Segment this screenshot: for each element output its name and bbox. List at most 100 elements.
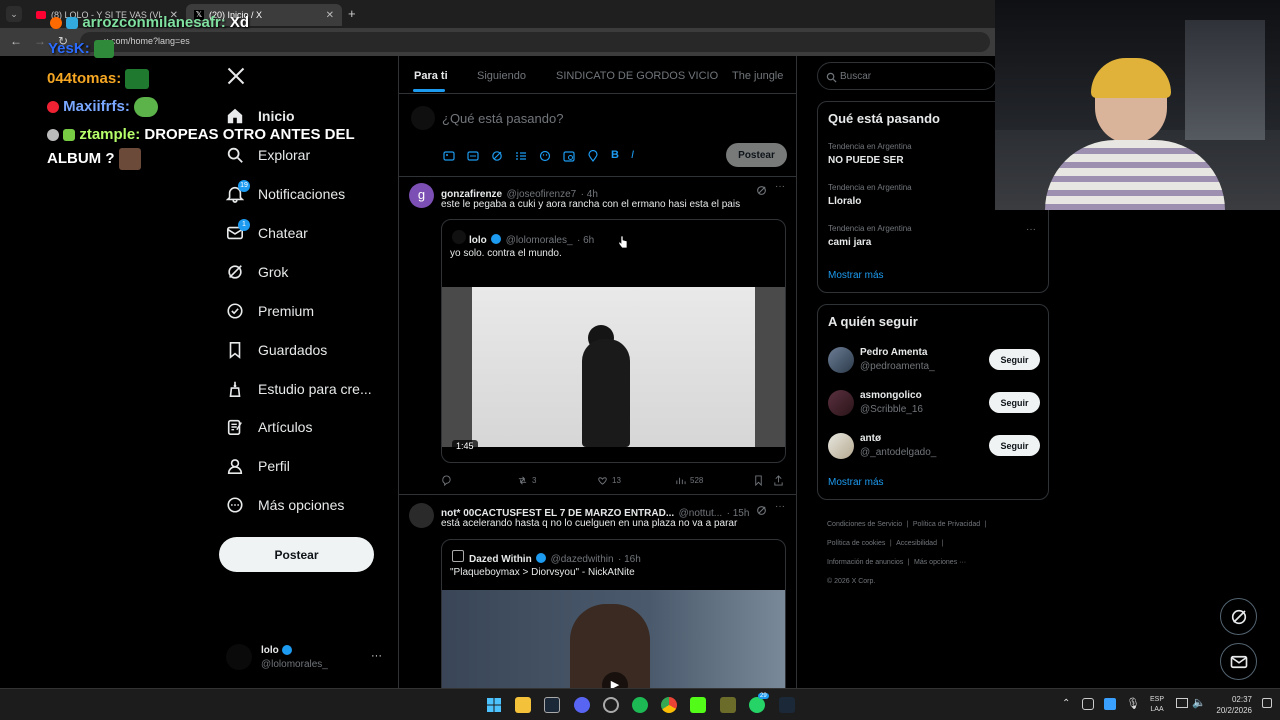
avatar[interactable]: g [409,183,434,208]
back-icon[interactable]: ← [10,34,22,48]
share-icon[interactable] [773,475,784,486]
follow-button[interactable]: Seguir [989,435,1040,456]
nav-item-more-options[interactable]: Más opciones [226,490,344,520]
follow-button[interactable]: Seguir [989,349,1040,370]
forward-icon[interactable]: → [34,34,46,48]
tray-defender-icon[interactable] [1104,698,1116,710]
account-switcher[interactable]: lolo @lolomorales_ ··· [226,644,386,674]
schedule-icon[interactable] [563,149,575,167]
bold-icon[interactable]: B [611,149,619,167]
tweet[interactable]: not* 00CACTUSFEST EL 7 DE MARZO ENTRAD..… [399,495,796,688]
nav-item-search[interactable]: Explorar [226,140,310,170]
tweet-more-icon[interactable]: ··· [775,181,785,192]
repost-button[interactable]: 3 [517,475,536,486]
whatsapp-icon[interactable] [749,697,765,713]
trend-item[interactable]: Tendencia en Argentina Lloralo [828,183,912,207]
obs-icon[interactable] [603,697,619,713]
network-icon[interactable] [1176,698,1188,708]
emote-icon [118,148,141,170]
post-button[interactable]: Postear [219,537,374,572]
language-indicator[interactable]: ESP LAA [1150,695,1164,715]
nav-item-grok[interactable]: Grok [226,257,288,287]
close-tab-icon[interactable]: ✕ [326,10,334,21]
mic-icon[interactable]: 🎙 [1126,697,1140,710]
search-input[interactable]: Buscar [840,71,871,82]
view-count: 528 [690,476,704,485]
gif-icon[interactable] [467,149,479,167]
notifications-icon[interactable] [1262,698,1272,708]
tab-sindicato[interactable]: SINDICATO DE GORDOS VICIO [556,70,718,82]
follow-button[interactable]: Seguir [989,392,1040,413]
steam-icon[interactable] [544,697,560,713]
footer-link[interactable]: Condiciones de Servicio [827,521,902,528]
follow-suggestion[interactable]: asmongolico @Scribble_16 Seguir [818,384,1050,422]
steam-tray-icon[interactable] [779,697,795,713]
volume-icon[interactable]: 🔈 [1192,696,1206,709]
compose-post-button[interactable]: Postear [726,143,787,167]
kick-icon[interactable] [690,697,706,713]
location-icon[interactable] [587,149,599,167]
bookmark-icon[interactable] [753,475,764,486]
trend-item[interactable]: Tendencia en Argentina cami jara [828,224,912,248]
show-more-trends-link[interactable]: Mostrar más [828,270,884,281]
grok-icon[interactable] [756,503,767,521]
spotify-icon[interactable] [632,697,648,713]
search-box[interactable]: Buscar [817,62,997,90]
footer-link[interactable]: Más opciones ··· [914,559,966,566]
video-player[interactable]: ▶ [442,590,785,688]
avatar[interactable] [409,503,434,528]
footer-link[interactable]: Accesibilidad [896,540,937,547]
tab-the-jungle[interactable]: The jungle [732,70,783,82]
video-player[interactable]: 1:45 [442,287,785,452]
follow-suggestion[interactable]: antø @_antodelgado_ Seguir [818,427,1050,465]
views-button[interactable]: 528 [675,475,703,486]
nav-item-premium[interactable]: Premium [226,296,314,326]
grok-floating-button[interactable] [1220,598,1257,635]
nav-item-label: Perfil [258,458,290,474]
nav-item-articles[interactable]: Artículos [226,412,312,442]
footer-link[interactable]: Política de cookies [827,540,885,547]
quote-tweet[interactable]: Dazed Within @dazedwithin · 16h "Plaqueb… [441,539,786,688]
address-bar[interactable] [80,32,990,52]
poll-icon[interactable] [515,149,527,167]
trend-item[interactable]: Tendencia en Argentina NO PUEDE SER [828,142,912,166]
messages-floating-button[interactable] [1220,643,1257,680]
new-tab-button[interactable]: + [348,6,356,21]
nav-item-bell[interactable]: 19 Notificaciones [225,179,345,209]
like-button[interactable]: 13 [597,475,621,486]
reply-button[interactable] [441,475,456,486]
grok-icon[interactable] [491,149,503,167]
tray-app-icon[interactable] [1082,698,1094,710]
emoji-icon[interactable] [539,149,551,167]
tweet-text: este le pegaba a cuki y aora rancha con … [441,199,741,210]
tab-siguiendo[interactable]: Siguiendo [477,70,526,82]
follow-suggestion[interactable]: Pedro Amenta @pedroamenta_ Seguir [818,341,1050,379]
app-icon[interactable] [720,697,736,713]
clock[interactable]: 02:37 20/2/2026 [1212,694,1252,716]
windows-start-icon[interactable] [486,697,502,713]
tab-para-ti[interactable]: Para ti [414,70,448,82]
image-icon[interactable] [443,149,455,167]
nav-item-mail[interactable]: 1 Chatear [226,218,308,248]
footer-link[interactable]: Información de anuncios [827,559,903,566]
nav-item-studio[interactable]: Estudio para cre... [226,374,372,404]
chrome-icon[interactable] [661,697,677,713]
tray-chevron-icon[interactable]: ⌃ [1062,698,1070,709]
grok-icon[interactable] [756,183,767,201]
footer-link[interactable]: Política de Privacidad [913,521,980,528]
italic-icon[interactable]: I [631,149,634,167]
nav-item-bookmark[interactable]: Guardados [226,335,327,365]
nav-item-profile[interactable]: Perfil [226,451,290,481]
trend-more-icon[interactable]: ··· [1026,224,1036,235]
show-more-follow-link[interactable]: Mostrar más [828,477,884,488]
discord-icon[interactable] [574,697,590,713]
tweet-more-icon[interactable]: ··· [775,501,785,512]
account-more-icon[interactable]: ··· [371,650,382,662]
url-text[interactable]: x.com/home?lang=es [104,36,190,46]
x-logo-icon[interactable] [226,66,248,88]
tab-search-button[interactable]: ⌄ [6,6,22,22]
file-explorer-icon[interactable] [515,697,531,713]
tweet[interactable]: g gonzafirenze @joseofirenze7 · 4h ··· e… [399,177,796,494]
quote-tweet[interactable]: lolo @lolomorales_ · 6h yo solo. contra … [441,219,786,463]
compose-input[interactable]: ¿Qué está pasando? [442,111,563,126]
